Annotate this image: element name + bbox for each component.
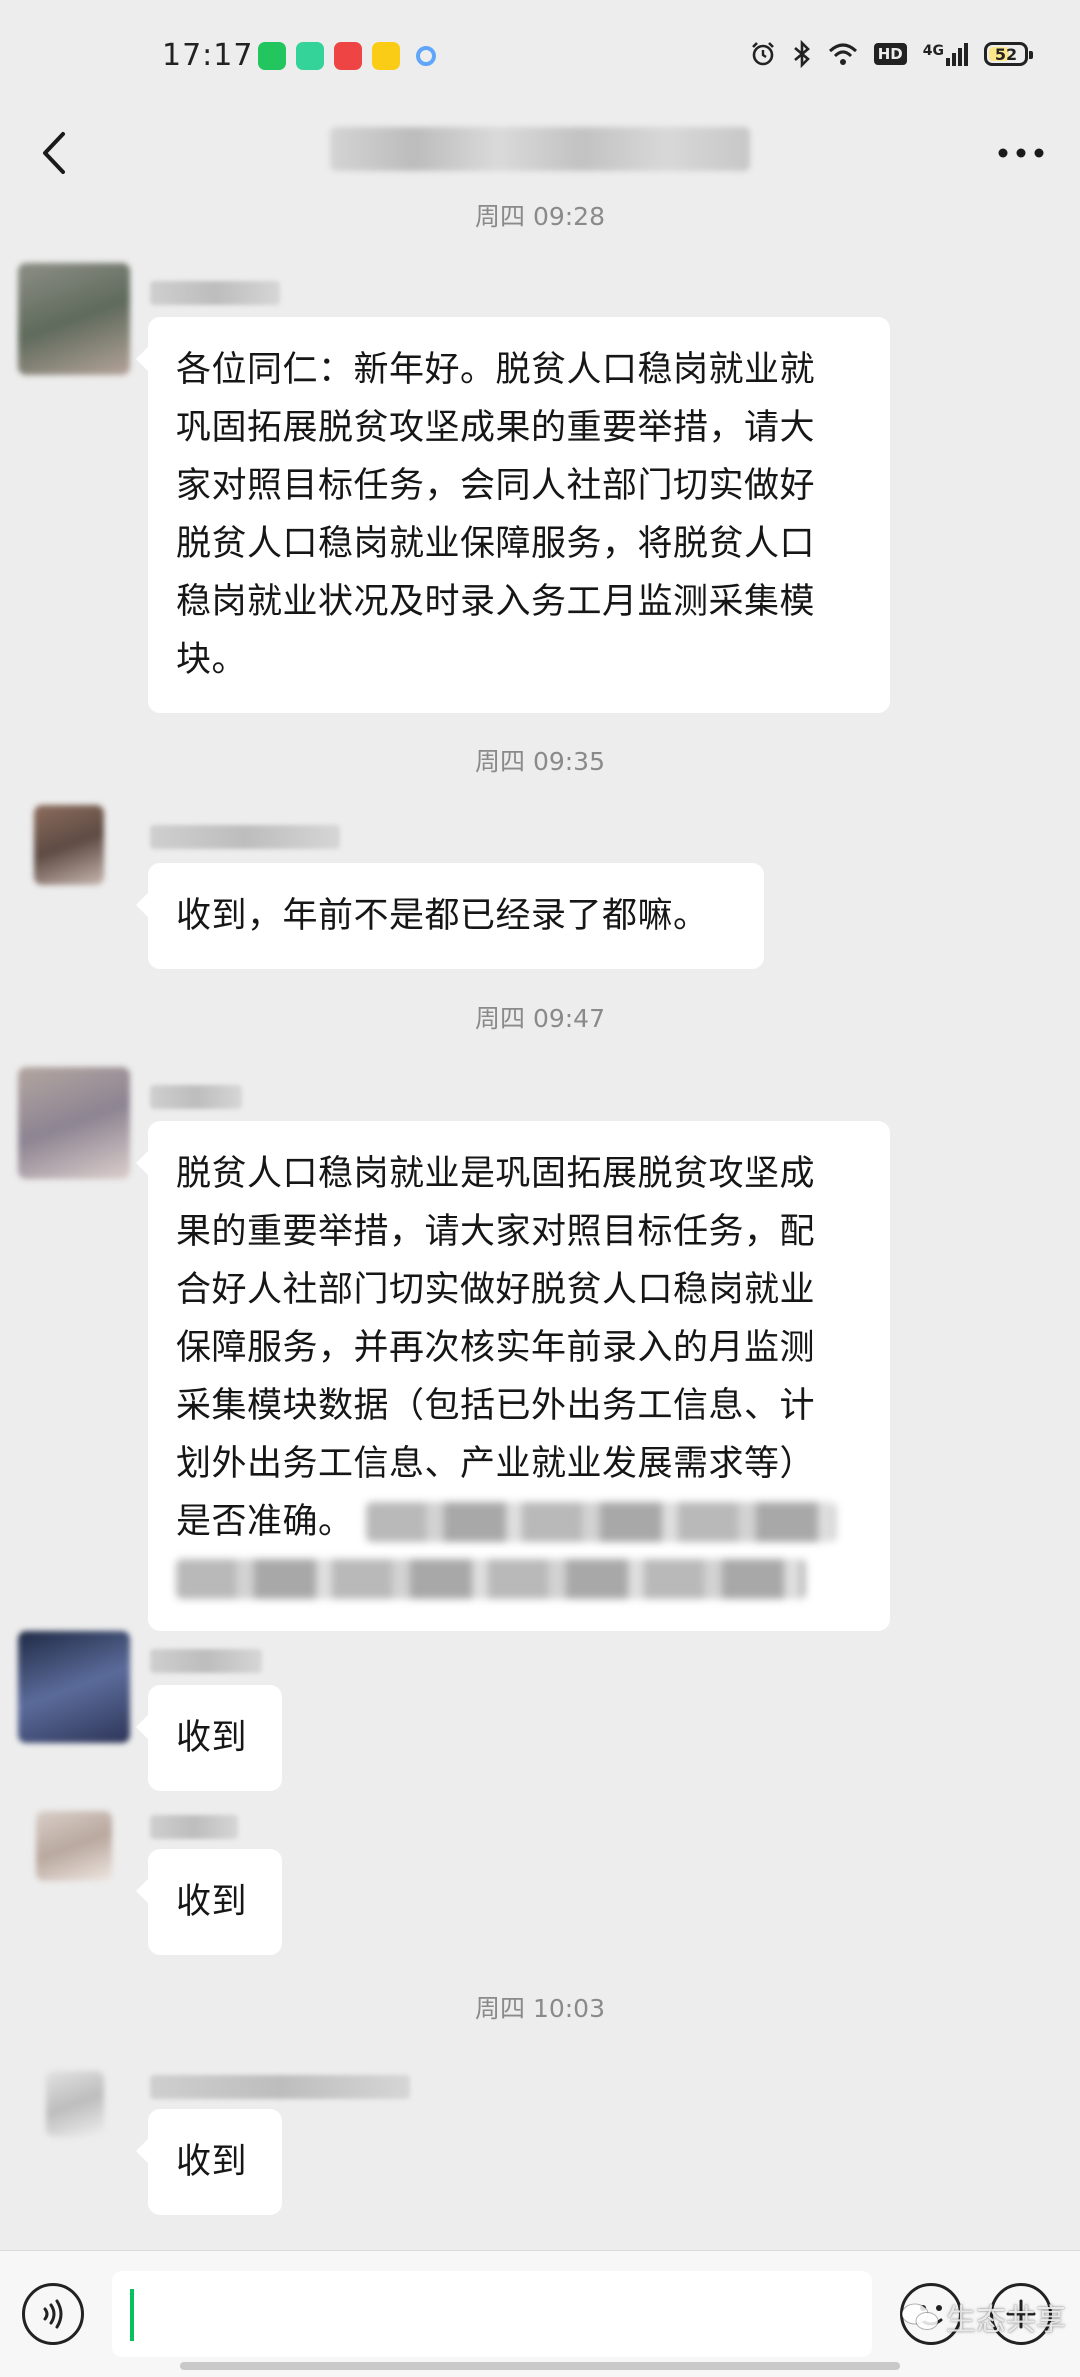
message-bubble[interactable]: 收到，年前不是都已经录了都嘛。 <box>136 863 764 969</box>
message-line: 采集模块数据（包括已外出务工信息、计 <box>176 1386 816 1426</box>
message-line: 收到 <box>176 1882 248 1922</box>
message-line: 是否准确。 <box>176 1502 354 1542</box>
message-line: 合好人社部门切实做好脱贫人口稳岗就业 <box>176 1270 816 1310</box>
avatar[interactable] <box>34 805 104 885</box>
message-bubble[interactable]: 各位同仁：新年好。脱贫人口稳岗就业就 巩固拓展脱贫攻坚成果的重要举措，请大 家对… <box>136 317 890 713</box>
text-cursor <box>130 2289 134 2341</box>
avatar[interactable] <box>46 2071 104 2137</box>
message-timestamp: 周四 10:03 <box>475 1994 605 2023</box>
bluetooth-icon <box>793 40 810 68</box>
status-time: 17:17 <box>162 38 254 73</box>
avatar[interactable] <box>18 1631 130 1743</box>
system-indicators: HD 4G 52 <box>750 40 1033 68</box>
wechat-logo-icon <box>901 2303 939 2330</box>
message-bubble[interactable]: 收到 <box>136 1849 282 1955</box>
message-line: 脱贫人口稳岗就业保障服务，将脱贫人口 <box>176 524 816 564</box>
status-bar: 17:17 HD 4G 52 <box>0 0 1080 115</box>
sender-name: ██████ <box>150 281 280 305</box>
more-dots-icon <box>998 148 1044 158</box>
alarm-icon <box>751 42 774 66</box>
chevron-left-icon <box>43 132 65 174</box>
message-line: 稳岗就业状况及时录入务工月监测采集模 <box>176 582 816 622</box>
redacted-text: ████ ████ ██████ ██████ <box>176 1559 806 1599</box>
message-line: 家对照目标任务，会同人社部门切实做好 <box>176 466 816 506</box>
chat-messages[interactable]: 周四 09:28 ██████ 各位同仁：新年好。脱贫人口稳岗就业就 巩固拓展脱… <box>0 195 1080 2250</box>
notification-icons <box>258 42 436 70</box>
message-line: 收到，年前不是都已经录了都嘛。 <box>176 896 709 936</box>
message-line: 划外出务工信息、产业就业发展需求等） <box>176 1444 816 1484</box>
home-indicator <box>180 2362 900 2370</box>
voice-button[interactable] <box>22 2283 84 2345</box>
signal-indicator: 4G <box>922 42 968 66</box>
message-line: 巩固拓展脱贫攻坚成果的重要举措，请大 <box>176 408 816 448</box>
sender-name: ████████ <box>150 825 340 849</box>
battery-level: 52 <box>994 44 1018 64</box>
sender-name: ███████ <box>150 2075 410 2099</box>
message-line: 果的重要举措，请大家对照目标任务，配 <box>176 1212 816 1252</box>
message-line: 保障服务，并再次核实年前录入的月监测 <box>176 1328 816 1368</box>
signal-bar <box>946 57 950 66</box>
watermark-text: 生态共享 <box>946 2303 1066 2338</box>
signal-bar <box>952 52 956 66</box>
signal-bar <box>958 47 962 66</box>
redacted-text: ██████ ██████ ██████ <box>365 1502 836 1542</box>
back-button[interactable] <box>26 123 82 183</box>
message-bubble[interactable]: 收到 <box>136 2109 282 2215</box>
message-line: 收到 <box>176 2142 248 2182</box>
message-input[interactable] <box>112 2271 872 2357</box>
sender-name: █████ <box>150 1649 262 1673</box>
avatar[interactable] <box>18 1067 130 1179</box>
message-line: 块。 <box>176 640 248 680</box>
tv-app-icon <box>258 42 286 70</box>
watermark: 生态共享 <box>900 2295 1066 2339</box>
message-line: 收到 <box>176 1718 248 1758</box>
hd-badge: HD <box>873 43 907 65</box>
sender-name: ████ <box>150 1085 242 1109</box>
heart-app-icon <box>372 42 400 70</box>
chat-title: ████ ████ <box>330 127 750 171</box>
message-line-with-redaction: 是否准确。 ██████ ██████ ██████ <box>176 1493 862 1551</box>
message-timestamp: 周四 09:35 <box>475 747 605 776</box>
avatar[interactable] <box>36 1811 112 1881</box>
wifi-icon <box>828 43 857 65</box>
network-type-label: 4G <box>922 42 944 59</box>
message-line: 各位同仁：新年好。脱贫人口稳岗就业就 <box>176 350 816 390</box>
sender-name: ████ <box>150 1815 238 1839</box>
message-bubble[interactable]: 收到 <box>136 1685 282 1791</box>
chat-header: ████ ████ <box>0 115 1080 195</box>
battery-icon: 52 <box>984 42 1033 66</box>
eye-app-icon <box>334 42 362 70</box>
message-line: 脱贫人口稳岗就业是巩固拓展脱贫攻坚成 <box>176 1154 816 1194</box>
notes-app-icon <box>296 42 324 70</box>
battery-tip <box>1029 51 1033 59</box>
signal-bar <box>964 42 968 66</box>
message-timestamp: 周四 09:47 <box>475 1004 605 1033</box>
voice-icon <box>43 2299 63 2329</box>
more-button[interactable] <box>996 133 1046 173</box>
dot-app-icon <box>416 46 436 66</box>
avatar[interactable] <box>18 263 130 375</box>
message-timestamp: 周四 09:28 <box>475 202 605 231</box>
message-bubble[interactable]: 脱贫人口稳岗就业是巩固拓展脱贫攻坚成 果的重要举措，请大家对照目标任务，配 合好… <box>136 1121 890 1631</box>
